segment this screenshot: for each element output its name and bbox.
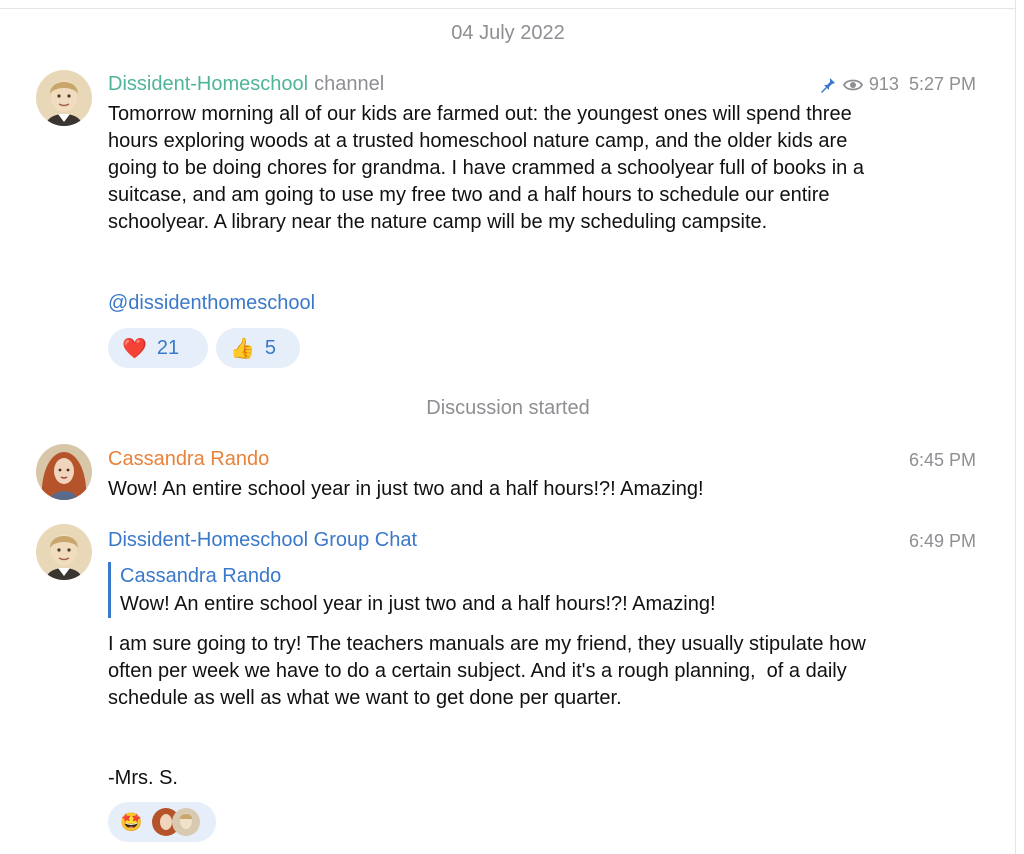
reaction-thumbs-up[interactable]: 👍 5 [216,328,300,368]
reactor-avatar [172,808,201,836]
quote-author: Cassandra Rando [120,565,282,587]
right-border [1015,0,1016,854]
post-text: Tomorrow morning all of our kids are far… [108,103,870,233]
discussion-started-label: Discussion started [426,397,590,419]
comment-time: 6:45 PM [908,450,976,470]
reaction-heart[interactable]: ❤️ 21 [108,328,208,368]
heart-icon: ❤️ [122,337,147,360]
post-meta: 913 5:27 PM [819,74,976,95]
reply-text: I am sure going to try! The teachers man… [108,633,872,709]
channel-link[interactable]: @dissidenthomeschool [108,290,888,317]
channel-author-name[interactable]: Dissident-Homeschool [108,73,308,95]
star-struck-icon: 🤩 [120,811,143,832]
group-chat-author[interactable]: Dissident-Homeschool Group Chat [108,529,417,552]
comment-author[interactable]: Cassandra Rando [108,448,269,471]
channel-author[interactable]: Dissident-Homeschool channel [108,73,384,96]
views-eye-icon [842,79,863,90]
post-time: 5:27 PM [908,74,976,94]
pin-icon [820,77,835,93]
commenter-avatar[interactable] [36,444,92,500]
group-avatar[interactable] [36,524,92,580]
reply-quote[interactable]: Cassandra Rando Wow! An entire school ye… [108,562,900,618]
reply-time: 6:49 PM [908,531,976,551]
channel-avatar[interactable] [36,70,92,126]
reaction-count: 21 [156,336,180,359]
reply-signature: -Mrs. S. [108,767,178,789]
view-count: 913 [868,74,899,94]
reaction-count: 5 [264,336,277,359]
top-border [0,0,1016,9]
thumbs-up-icon: 👍 [230,337,255,360]
comment-text: Wow! An entire school year in just two a… [108,478,704,500]
reply-reaction[interactable]: 🤩 [108,802,216,842]
quote-text: Wow! An entire school year in just two a… [120,593,716,615]
channel-label: channel [314,73,385,95]
date-separator: 04 July 2022 [451,22,565,44]
